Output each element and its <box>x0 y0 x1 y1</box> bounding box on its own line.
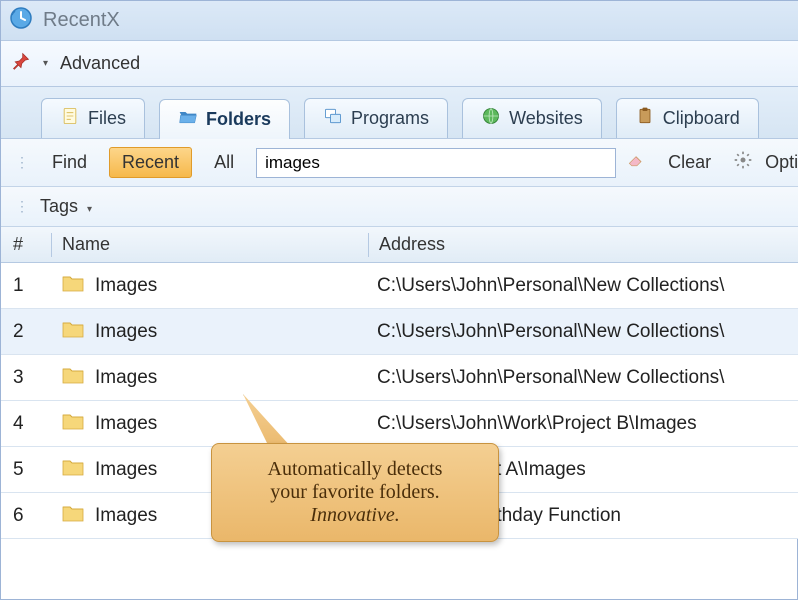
find-button[interactable]: Find <box>40 148 99 177</box>
tags-label: Tags <box>40 196 78 216</box>
eraser-icon[interactable] <box>626 150 646 175</box>
row-name-cell: Images <box>51 363 367 393</box>
row-name: Images <box>95 321 157 343</box>
folder-icon <box>61 317 85 347</box>
column-number[interactable]: # <box>1 234 51 255</box>
tab-programs-label: Programs <box>351 108 429 129</box>
search-input[interactable] <box>256 148 616 178</box>
tab-files-label: Files <box>88 108 126 129</box>
window-title: RecentX <box>43 9 120 32</box>
tab-clipboard-label: Clipboard <box>663 108 740 129</box>
gear-icon[interactable] <box>733 150 753 175</box>
row-number: 5 <box>1 459 51 481</box>
tab-websites[interactable]: Websites <box>462 98 602 138</box>
row-name-cell: Images <box>51 271 367 301</box>
callout-line2: your favorite folders. <box>228 481 482 504</box>
advanced-label[interactable]: Advanced <box>60 53 140 74</box>
folder-icon <box>61 455 85 485</box>
tab-folders-label: Folders <box>206 109 271 130</box>
recent-button[interactable]: Recent <box>109 147 192 178</box>
globe-icon <box>481 106 501 131</box>
table-row[interactable]: 3 Images C:\Users\John\Personal\New Collec… <box>1 355 798 401</box>
pin-dropdown-caret[interactable]: ▾ <box>39 58 52 69</box>
row-address: C:\Users\John\Work\Project B\Images <box>367 413 798 435</box>
tab-files[interactable]: Files <box>41 98 145 138</box>
folder-icon <box>61 363 85 393</box>
folder-icon <box>61 409 85 439</box>
row-number: 3 <box>1 367 51 389</box>
callout-line3: Innovative. <box>228 504 482 527</box>
row-name: Images <box>95 367 157 389</box>
toolbar-advanced: ▾ Advanced <box>1 41 798 87</box>
row-name-cell: Images <box>51 317 367 347</box>
row-name: Images <box>95 275 157 297</box>
row-name-cell: Images <box>51 409 367 439</box>
toolbar-grip-2: ⋮ <box>15 198 30 215</box>
app-icon <box>9 6 33 35</box>
tags-row: ⋮ Tags ▾ <box>1 187 798 227</box>
tags-caret: ▾ <box>83 204 96 215</box>
row-number: 6 <box>1 505 51 527</box>
tab-folders[interactable]: Folders <box>159 99 290 139</box>
pin-icon[interactable] <box>11 51 31 76</box>
folder-icon <box>61 271 85 301</box>
row-name: Images <box>95 459 157 481</box>
row-number: 4 <box>1 413 51 435</box>
table-row[interactable]: 1 Images C:\Users\John\Personal\New Collec… <box>1 263 798 309</box>
callout-tooltip: Automatically detects your favorite fold… <box>211 443 499 542</box>
row-name: Images <box>95 505 157 527</box>
row-name: Images <box>95 413 157 435</box>
filter-row: ⋮ Find Recent All Clear Option <box>1 139 798 187</box>
row-address: C:\Users\John\Personal\New Collections\ <box>367 275 798 297</box>
row-address: C:\Users\John\Personal\New Collections\ <box>367 367 798 389</box>
callout-line1: Automatically detects <box>228 458 482 481</box>
file-icon <box>60 106 80 131</box>
column-address[interactable]: Address <box>369 234 798 255</box>
tabs-row: Files Folders Programs Websites Clipboar… <box>1 87 798 139</box>
row-address: C:\Users\John\Personal\New Collections\ <box>367 321 798 343</box>
all-button[interactable]: All <box>202 148 246 177</box>
clipboard-icon <box>635 106 655 131</box>
table-row[interactable]: 2 Images C:\Users\John\Personal\New Collec… <box>1 309 798 355</box>
folder-icon <box>61 501 85 531</box>
tab-programs[interactable]: Programs <box>304 98 448 138</box>
folder-open-icon <box>178 107 198 132</box>
table-header: # Name Address <box>1 227 798 263</box>
row-number: 2 <box>1 321 51 343</box>
column-name[interactable]: Name <box>52 234 368 255</box>
programs-icon <box>323 106 343 131</box>
clear-button[interactable]: Clear <box>656 148 723 177</box>
toolbar-grip: ⋮ <box>15 154 30 171</box>
tab-websites-label: Websites <box>509 108 583 129</box>
tab-clipboard[interactable]: Clipboard <box>616 98 759 138</box>
row-number: 1 <box>1 275 51 297</box>
titlebar: RecentX <box>1 1 798 41</box>
tags-button[interactable]: Tags ▾ <box>36 194 100 219</box>
options-button[interactable]: Option <box>763 148 798 177</box>
table-row[interactable]: 4 Images C:\Users\John\Work\Project B\Imag… <box>1 401 798 447</box>
